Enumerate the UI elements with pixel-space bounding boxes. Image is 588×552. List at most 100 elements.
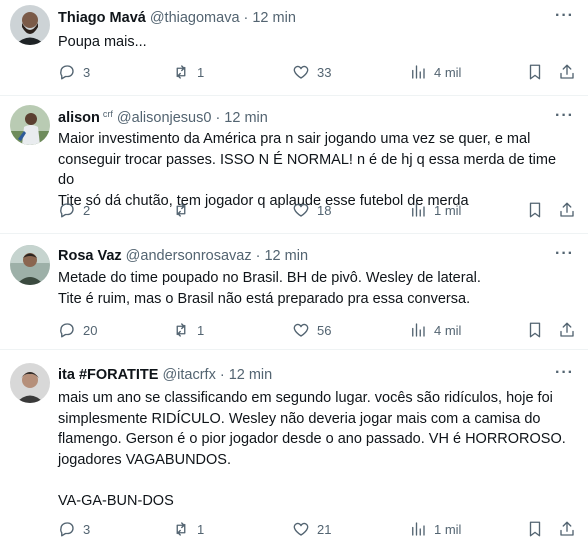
author-name[interactable]: Thiago Mavá xyxy=(58,10,146,26)
more-dots-icon[interactable]: ··· xyxy=(555,7,574,25)
retweet-button[interactable]: 1 xyxy=(172,320,204,340)
tweet-header: Thiago Mavá @thiagomava · 12 min ··· xyxy=(58,7,574,27)
views-count: 4 mil xyxy=(434,64,462,80)
heart-icon xyxy=(293,65,309,79)
like-button[interactable]: 33 xyxy=(292,62,331,82)
reply-count: 20 xyxy=(83,322,98,338)
retweet-button[interactable] xyxy=(172,200,197,220)
views-button[interactable]: 4 mil xyxy=(409,320,461,340)
retweet-count: 1 xyxy=(197,64,205,80)
tweet-header: Rosa Vaz @andersonrosavaz · 12 min ··· xyxy=(58,245,574,265)
bookmark-button[interactable] xyxy=(526,62,551,82)
more-dots-icon[interactable]: ··· xyxy=(555,107,574,125)
views-button[interactable]: 1 mil xyxy=(409,519,461,539)
reply-button[interactable]: 3 xyxy=(58,62,90,82)
share-icon xyxy=(560,521,574,536)
heart-icon xyxy=(293,522,309,536)
retweet-count: 1 xyxy=(197,322,205,338)
heart-icon xyxy=(293,323,309,337)
avatar[interactable] xyxy=(10,105,50,145)
separator: · xyxy=(243,10,249,26)
bookmark-icon xyxy=(529,322,541,338)
like-count: 18 xyxy=(317,202,332,218)
retweet-icon xyxy=(176,522,186,536)
reply-count: 3 xyxy=(83,521,91,537)
tweet-text: mais um ano se classificando em segundo … xyxy=(58,390,566,509)
tweet-text: Poupa mais... xyxy=(58,34,147,50)
views-chart-icon xyxy=(412,65,425,79)
tweet-text: Maior investimento da América pra n sair… xyxy=(58,131,557,209)
share-button[interactable] xyxy=(558,62,583,82)
bookmark-button[interactable] xyxy=(526,320,551,340)
views-button[interactable]: 4 mil xyxy=(409,62,461,82)
like-button[interactable]: 21 xyxy=(292,519,331,539)
like-count: 56 xyxy=(317,322,332,338)
tweet[interactable]: Rosa Vaz @andersonrosavaz · 12 min ··· M… xyxy=(0,234,588,350)
author-handle[interactable]: @alisonjesus0 xyxy=(117,110,212,126)
like-button[interactable]: 56 xyxy=(292,320,331,340)
action-bar: 2 18 1 mil xyxy=(58,200,576,220)
retweet-icon xyxy=(176,203,186,217)
share-button[interactable] xyxy=(558,519,583,539)
reply-icon xyxy=(60,203,74,218)
action-bar: 3 1 33 4 mil xyxy=(58,62,576,82)
reply-icon xyxy=(60,65,74,80)
retweet-count: 1 xyxy=(197,521,205,537)
share-icon xyxy=(560,322,574,337)
tweet[interactable]: Thiago Mavá @thiagomava · 12 min ··· Pou… xyxy=(0,0,588,96)
retweet-button[interactable]: 1 xyxy=(172,519,204,539)
tweet[interactable]: alison crf @alisonjesus0 · 12 min ··· Ma… xyxy=(0,96,588,234)
separator: · xyxy=(215,110,221,126)
bookmark-icon xyxy=(529,521,541,537)
retweet-icon xyxy=(176,323,186,337)
views-button[interactable]: 1 mil xyxy=(409,200,461,220)
like-count: 21 xyxy=(317,521,332,537)
avatar[interactable] xyxy=(10,363,50,403)
author-name[interactable]: ita #FORATITE xyxy=(58,367,158,383)
tweet[interactable]: ita #FORATITE @itacrfx · 12 min ··· mais… xyxy=(0,350,588,552)
reply-icon xyxy=(60,323,74,338)
share-icon xyxy=(560,202,574,217)
views-chart-icon xyxy=(412,203,425,217)
bookmark-button[interactable] xyxy=(526,200,551,220)
timestamp[interactable]: 12 min xyxy=(224,110,268,126)
reply-button[interactable]: 20 xyxy=(58,320,97,340)
reply-button[interactable]: 2 xyxy=(58,200,90,220)
timeline: Thiago Mavá @thiagomava · 12 min ··· Pou… xyxy=(0,0,588,552)
avatar[interactable] xyxy=(10,5,50,45)
timestamp[interactable]: 12 min xyxy=(229,367,273,383)
timestamp[interactable]: 12 min xyxy=(264,248,308,264)
reply-count: 2 xyxy=(83,202,91,218)
avatar[interactable] xyxy=(10,245,50,285)
action-bar: 20 1 56 4 mil xyxy=(58,320,576,340)
reply-button[interactable]: 3 xyxy=(58,519,90,539)
author-handle[interactable]: @thiagomava xyxy=(150,10,240,26)
share-button[interactable] xyxy=(558,200,583,220)
share-button[interactable] xyxy=(558,320,583,340)
separator: · xyxy=(255,248,261,264)
views-count: 1 mil xyxy=(434,521,462,537)
views-chart-icon xyxy=(412,323,425,337)
author-name[interactable]: alison xyxy=(58,110,100,126)
bookmark-icon xyxy=(529,64,541,80)
bookmark-icon xyxy=(529,202,541,218)
retweet-button[interactable]: 1 xyxy=(172,62,204,82)
views-count: 4 mil xyxy=(434,322,462,338)
author-name[interactable]: Rosa Vaz xyxy=(58,248,122,264)
author-badge: crf xyxy=(102,109,113,119)
author-handle[interactable]: @andersonrosavaz xyxy=(126,248,252,264)
views-count: 1 mil xyxy=(434,202,462,218)
bookmark-button[interactable] xyxy=(526,519,551,539)
more-dots-icon[interactable]: ··· xyxy=(555,245,574,263)
heart-icon xyxy=(293,203,309,217)
reply-count: 3 xyxy=(83,64,91,80)
author-handle[interactable]: @itacrfx xyxy=(162,367,215,383)
timestamp[interactable]: 12 min xyxy=(252,10,296,26)
separator: · xyxy=(219,367,225,383)
tweet-text: Metade do time poupado no Brasil. BH de … xyxy=(58,270,481,307)
more-dots-icon[interactable]: ··· xyxy=(555,364,574,382)
action-bar: 3 1 21 1 mil xyxy=(58,519,576,539)
like-button[interactable]: 18 xyxy=(292,200,331,220)
like-count: 33 xyxy=(317,64,332,80)
share-icon xyxy=(560,64,574,79)
